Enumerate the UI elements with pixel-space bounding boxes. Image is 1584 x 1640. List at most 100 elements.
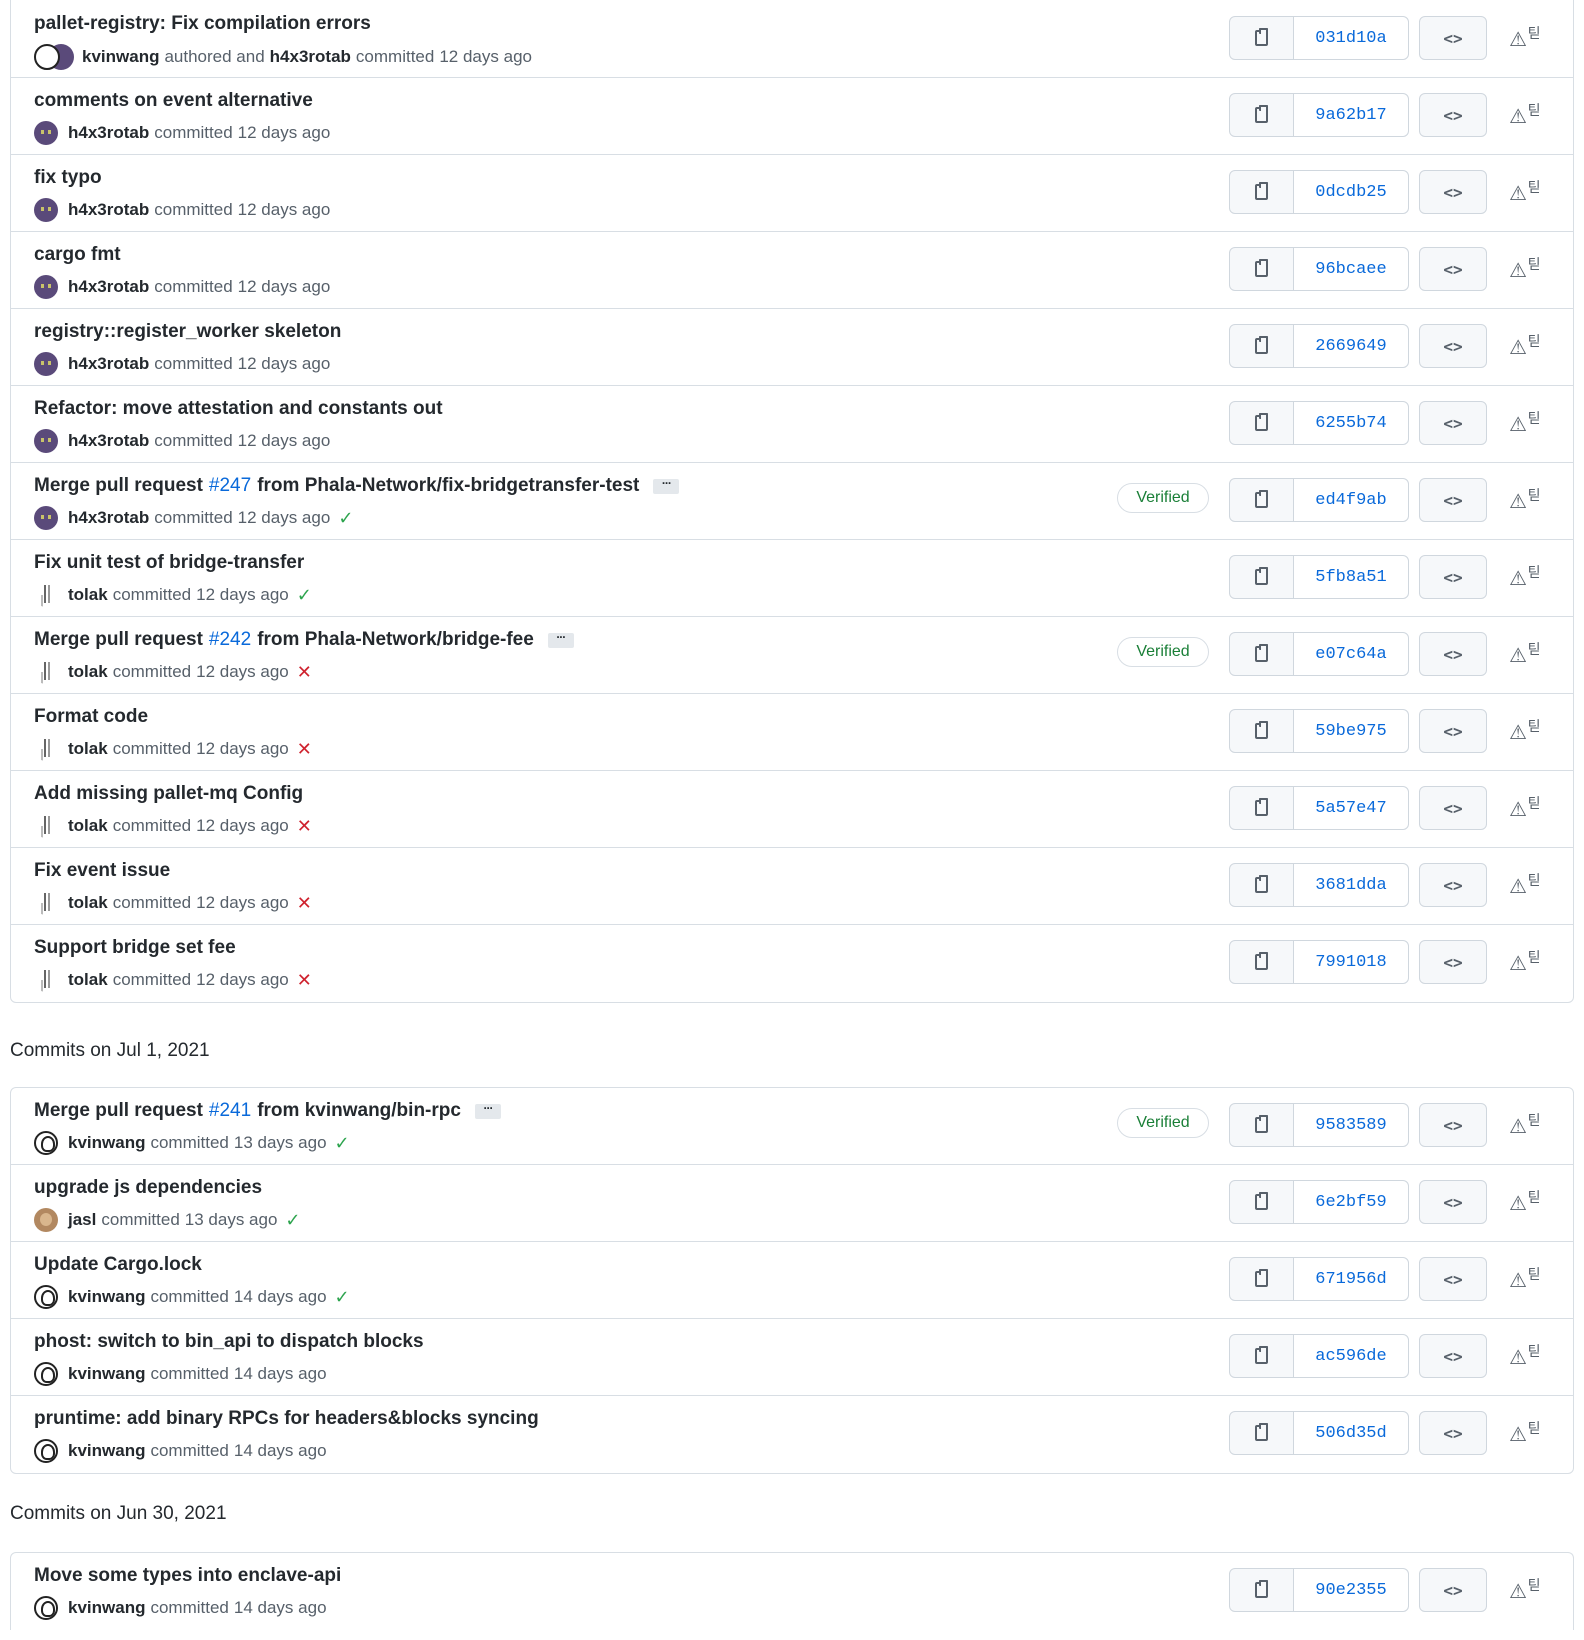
browse-repository-button[interactable]: <> xyxy=(1419,16,1487,60)
commit-message[interactable]: Merge pull request #242 from Phala-Network… xyxy=(34,629,574,651)
commit-message-text[interactable]: Move some types into enclave-api xyxy=(34,1565,341,1587)
avatar[interactable] xyxy=(34,121,58,145)
commit-message-text[interactable]: pruntime: add binary RPCs for headers&bl… xyxy=(34,1408,539,1430)
expand-message-button[interactable]: ··· xyxy=(653,477,680,494)
commit-sha-link[interactable]: 90e2355 xyxy=(1294,1569,1408,1611)
commit-message[interactable]: cargo fmt xyxy=(34,244,121,266)
browse-repository-button[interactable]: <> xyxy=(1419,401,1487,445)
copy-sha-button[interactable] xyxy=(1230,17,1294,59)
commit-sha-link[interactable]: 2669649 xyxy=(1294,325,1408,367)
author-link[interactable]: h4x3rotab xyxy=(68,354,149,374)
extension-icon[interactable]: ⚠ 틷 xyxy=(1509,102,1549,128)
avatar[interactable] xyxy=(34,352,58,376)
commit-message[interactable]: Refactor: move attestation and constants… xyxy=(34,398,443,420)
browse-repository-button[interactable]: <> xyxy=(1419,247,1487,291)
extension-icon[interactable]: ⚠ 틷 xyxy=(1509,333,1549,359)
copy-sha-button[interactable] xyxy=(1230,1569,1294,1611)
commit-message[interactable]: Update Cargo.lock xyxy=(34,1254,202,1276)
browse-repository-button[interactable]: <> xyxy=(1419,93,1487,137)
browse-repository-button[interactable]: <> xyxy=(1419,1411,1487,1455)
browse-repository-button[interactable]: <> xyxy=(1419,170,1487,214)
commit-sha-link[interactable]: 9583589 xyxy=(1294,1104,1408,1146)
commit-message-text[interactable]: fix typo xyxy=(34,167,102,189)
avatar[interactable] xyxy=(34,429,58,453)
browse-repository-button[interactable]: <> xyxy=(1419,709,1487,753)
extension-icon[interactable]: ⚠ 틷 xyxy=(1509,487,1549,513)
author-link[interactable]: h4x3rotab xyxy=(68,200,149,220)
author-link[interactable]: tolak xyxy=(68,970,108,990)
commit-sha-link[interactable]: 6255b74 xyxy=(1294,402,1408,444)
author-link[interactable]: tolak xyxy=(68,816,108,836)
commit-sha-link[interactable]: ac596de xyxy=(1294,1335,1408,1377)
expand-message-button[interactable]: ··· xyxy=(547,631,574,648)
avatar[interactable] xyxy=(34,198,58,222)
browse-repository-button[interactable]: <> xyxy=(1419,1103,1487,1147)
commit-sha-link[interactable]: 5a57e47 xyxy=(1294,787,1408,829)
copy-sha-button[interactable] xyxy=(1230,248,1294,290)
commit-message[interactable]: Add missing pallet-mq Config xyxy=(34,783,303,805)
commit-message-text[interactable]: upgrade js dependencies xyxy=(34,1177,262,1199)
browse-repository-button[interactable]: <> xyxy=(1419,1568,1487,1612)
commit-message-text[interactable]: Update Cargo.lock xyxy=(34,1254,202,1276)
pull-request-link[interactable]: #242 xyxy=(209,629,251,651)
extension-icon[interactable]: ⚠ 틷 xyxy=(1509,1343,1549,1369)
check-icon[interactable]: ✓ xyxy=(335,1134,350,1152)
commit-sha-link[interactable]: 59be975 xyxy=(1294,710,1408,752)
commit-message[interactable]: fix typo xyxy=(34,167,102,189)
author-link[interactable]: kvinwang xyxy=(68,1441,145,1461)
extension-icon[interactable]: ⚠ 틷 xyxy=(1509,949,1549,975)
copy-sha-button[interactable] xyxy=(1230,325,1294,367)
avatar[interactable] xyxy=(34,583,58,607)
author-link[interactable]: kvinwang xyxy=(68,1364,145,1384)
avatar[interactable] xyxy=(34,1439,58,1463)
commit-message[interactable]: Fix event issue xyxy=(34,860,170,882)
copy-sha-button[interactable] xyxy=(1230,941,1294,983)
avatar[interactable] xyxy=(34,1596,58,1620)
pull-request-link[interactable]: #247 xyxy=(209,475,251,497)
extension-icon[interactable]: ⚠ 틷 xyxy=(1509,1189,1549,1215)
author-link[interactable]: kvinwang xyxy=(68,1133,145,1153)
commit-message[interactable]: comments on event alternative xyxy=(34,90,313,112)
commit-message-text[interactable]: Add missing pallet-mq Config xyxy=(34,783,303,805)
commit-message-text[interactable]: Support bridge set fee xyxy=(34,937,236,959)
extension-icon[interactable]: ⚠ 틷 xyxy=(1509,718,1549,744)
commit-sha-link[interactable]: ed4f9ab xyxy=(1294,479,1408,521)
browse-repository-button[interactable]: <> xyxy=(1419,1334,1487,1378)
browse-repository-button[interactable]: <> xyxy=(1419,555,1487,599)
commit-sha-link[interactable]: 6e2bf59 xyxy=(1294,1181,1408,1223)
commit-message-branch[interactable]: from Phala-Network/bridge-fee xyxy=(257,629,534,651)
commit-message-text[interactable]: registry::register_worker skeleton xyxy=(34,321,341,343)
copy-sha-button[interactable] xyxy=(1230,1412,1294,1454)
commit-message-text[interactable]: Merge pull request xyxy=(34,629,203,651)
commit-message[interactable]: phost: switch to bin_api to dispatch blo… xyxy=(34,1331,424,1353)
commit-sha-link[interactable]: e07c64a xyxy=(1294,633,1408,675)
author-link[interactable]: kvinwang xyxy=(82,47,159,67)
committer-link[interactable]: h4x3rotab xyxy=(270,47,351,67)
copy-sha-button[interactable] xyxy=(1230,94,1294,136)
commit-message[interactable]: Merge pull request #241 from kvinwang/bin-… xyxy=(34,1100,501,1122)
extension-icon[interactable]: ⚠ 틷 xyxy=(1509,25,1549,51)
browse-repository-button[interactable]: <> xyxy=(1419,863,1487,907)
author-link[interactable]: h4x3rotab xyxy=(68,123,149,143)
x-icon[interactable]: ✕ xyxy=(297,971,312,989)
commit-sha-link[interactable]: 9a62b17 xyxy=(1294,94,1408,136)
verified-badge[interactable]: Verified xyxy=(1117,483,1209,513)
commit-sha-link[interactable]: 506d35d xyxy=(1294,1412,1408,1454)
commit-message[interactable]: pallet-registry: Fix compilation errors xyxy=(34,13,371,35)
commit-message-branch[interactable]: from Phala-Network/fix-bridgetransfer-te… xyxy=(257,475,639,497)
author-link[interactable]: tolak xyxy=(68,739,108,759)
extension-icon[interactable]: ⚠ 틷 xyxy=(1509,256,1549,282)
browse-repository-button[interactable]: <> xyxy=(1419,478,1487,522)
copy-sha-button[interactable] xyxy=(1230,710,1294,752)
extension-icon[interactable]: ⚠ 틷 xyxy=(1509,641,1549,667)
commit-message-branch[interactable]: from kvinwang/bin-rpc xyxy=(257,1100,461,1122)
commit-message-text[interactable]: Fix unit test of bridge-transfer xyxy=(34,552,304,574)
commit-message[interactable]: registry::register_worker skeleton xyxy=(34,321,341,343)
commit-message[interactable]: upgrade js dependencies xyxy=(34,1177,262,1199)
copy-sha-button[interactable] xyxy=(1230,1181,1294,1223)
verified-badge[interactable]: Verified xyxy=(1117,1108,1209,1138)
copy-sha-button[interactable] xyxy=(1230,1104,1294,1146)
commit-message-text[interactable]: Merge pull request xyxy=(34,475,203,497)
author-link[interactable]: h4x3rotab xyxy=(68,277,149,297)
avatar[interactable] xyxy=(34,660,58,684)
